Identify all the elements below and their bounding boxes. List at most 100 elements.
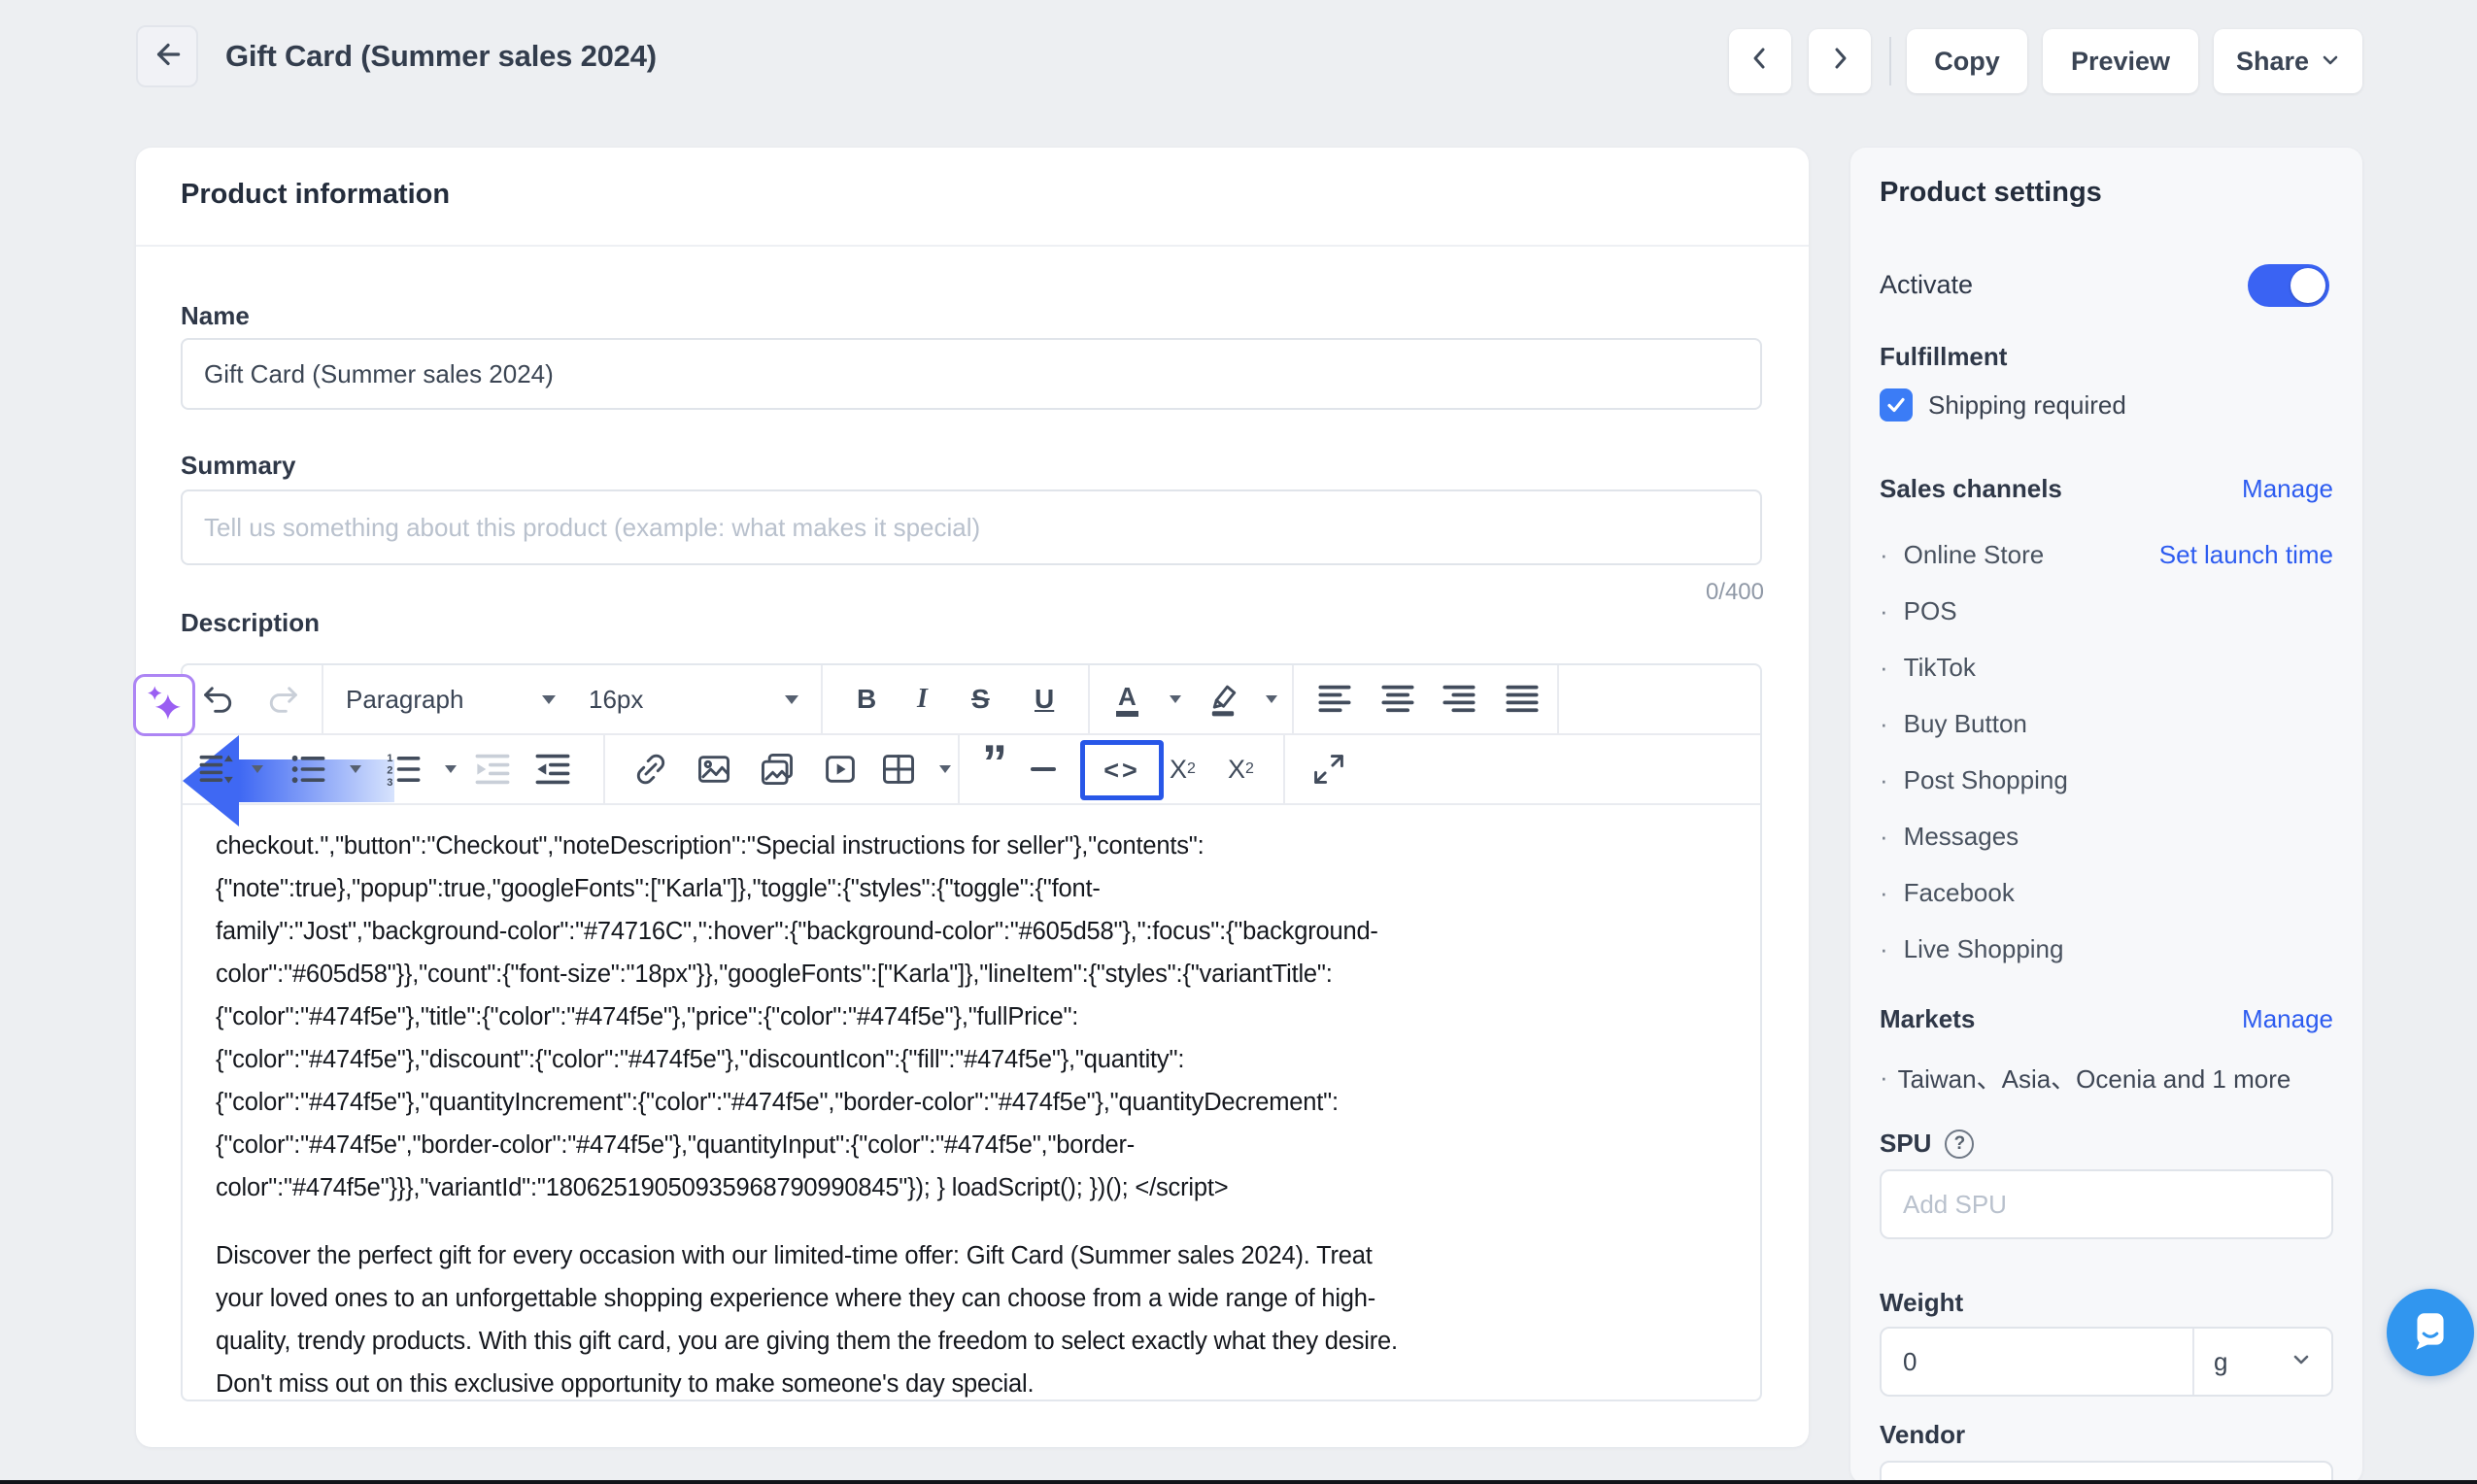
paragraph-line: Don't miss out on this exclusive opportu…: [216, 1363, 1727, 1400]
line-height-icon[interactable]: [198, 735, 235, 803]
sales-channel-facebook: ·Facebook: [1880, 876, 2333, 909]
numbered-list-icon[interactable]: 1 2 3: [385, 735, 422, 803]
paragraph-line: Discover the perfect gift for every occa…: [216, 1234, 1727, 1277]
markets-value: Taiwan、Asia、Ocenia and 1 more: [1898, 1060, 2291, 1096]
underline-icon[interactable]: U: [1035, 665, 1054, 733]
font-color-icon[interactable]: A: [1116, 665, 1138, 733]
chevron-down-icon[interactable]: [350, 735, 361, 803]
align-left-icon[interactable]: [1317, 665, 1352, 733]
card-divider: [136, 245, 1809, 247]
summary-label: Summary: [181, 451, 296, 481]
fullscreen-icon[interactable]: [1310, 735, 1347, 803]
markets-manage-link[interactable]: Manage: [2242, 1004, 2333, 1034]
chevron-down-icon: [2321, 47, 2340, 77]
code-line: checkout.","button":"Checkout","noteDesc…: [216, 825, 1727, 867]
image-icon[interactable]: [696, 735, 732, 803]
chevron-down-icon[interactable]: [939, 735, 951, 803]
italic-icon[interactable]: I: [917, 665, 928, 733]
back-button[interactable]: [136, 25, 198, 87]
chevron-right-icon: [1827, 46, 1852, 78]
sales-channel-messages: ·Messages: [1880, 820, 2333, 853]
strikethrough-icon[interactable]: S: [971, 665, 990, 733]
previous-product-button[interactable]: [1729, 29, 1791, 93]
sales-channel-online-store: · Online Store Set launch time: [1880, 538, 2333, 571]
code-icon: <>: [1103, 756, 1140, 786]
copy-button[interactable]: Copy: [1907, 29, 2027, 93]
sales-channels-label: Sales channels: [1880, 474, 2062, 504]
code-line: {"note":true},"popup":true,"googleFonts"…: [216, 867, 1727, 910]
chat-bubble-icon: [2406, 1306, 2455, 1360]
ai-assistant-button[interactable]: [133, 674, 195, 736]
chevron-down-icon[interactable]: [445, 735, 457, 803]
link-icon[interactable]: [632, 735, 669, 803]
set-launch-time-link[interactable]: Set launch time: [2159, 540, 2333, 570]
chevron-down-icon: [785, 695, 798, 704]
blockquote-icon[interactable]: ”: [982, 729, 1007, 797]
font-size-dropdown[interactable]: 16px: [589, 665, 812, 733]
summary-char-counter: 0/400: [1706, 579, 1764, 606]
code-line: color":"#474f5e"}}},"variantId":"1806251…: [216, 1166, 1727, 1209]
code-line: color":"#605d58"}},"count":{"font-size":…: [216, 953, 1727, 995]
name-label: Name: [181, 301, 250, 331]
description-content[interactable]: checkout.","button":"Checkout","noteDesc…: [183, 805, 1760, 1400]
fulfillment-label: Fulfillment: [1880, 342, 2007, 372]
align-justify-icon[interactable]: [1505, 665, 1540, 733]
weight-value-input[interactable]: [1882, 1329, 2192, 1395]
spu-input[interactable]: [1880, 1169, 2333, 1239]
paragraph-style-dropdown[interactable]: Paragraph: [346, 665, 569, 733]
video-icon[interactable]: [822, 735, 859, 803]
redo-icon[interactable]: [264, 665, 301, 733]
editor-toolbar-row-2: 1 2 3: [183, 735, 1760, 805]
product-settings-card: Product settings Activate Fulfillment Sh…: [1850, 148, 2362, 1484]
undo-icon[interactable]: [200, 665, 237, 733]
product-information-title: Product information: [181, 179, 450, 211]
description-editor: Paragraph 16px B I S U A: [181, 663, 1762, 1401]
name-input[interactable]: [181, 338, 1762, 410]
shipping-required-checkbox[interactable]: [1880, 388, 1913, 422]
paragraph-line: your loved ones to an unforgettable shop…: [216, 1277, 1727, 1320]
page-title: Gift Card (Summer sales 2024): [225, 39, 657, 74]
code-line: family":"Jost","background-color":"#7471…: [216, 910, 1727, 953]
check-icon: [1885, 394, 1907, 416]
spu-label: SPU: [1880, 1129, 1931, 1159]
sales-channels-manage-link[interactable]: Manage: [2242, 474, 2333, 504]
sales-channel-pos: ·POS: [1880, 594, 2333, 627]
chevron-down-icon: [2290, 1349, 2312, 1375]
sales-channel-live-shopping: ·Live Shopping: [1880, 932, 2333, 965]
window-bottom-edge: [0, 1480, 2477, 1484]
svg-text:3: 3: [387, 777, 392, 788]
chevron-down-icon[interactable]: [252, 735, 263, 803]
sparkle-ai-icon: [143, 682, 186, 729]
product-settings-title: Product settings: [1880, 177, 2102, 209]
chevron-down-icon[interactable]: [1170, 665, 1181, 733]
weight-label: Weight: [1880, 1288, 1963, 1318]
gallery-icon[interactable]: [759, 735, 796, 803]
align-right-icon[interactable]: [1442, 665, 1476, 733]
bold-icon[interactable]: B: [857, 665, 876, 733]
next-product-button[interactable]: [1809, 29, 1871, 93]
subscript-icon[interactable]: X2: [1228, 735, 1254, 803]
code-line: {"color":"#474f5e","border-color":"#474f…: [216, 1124, 1727, 1166]
markets-value-row: · Taiwan、Asia、Ocenia and 1 more: [1880, 1061, 2333, 1094]
preview-button[interactable]: Preview: [2043, 29, 2198, 93]
bullet-list-icon[interactable]: [289, 735, 326, 803]
highlight-pen-icon[interactable]: [1205, 665, 1241, 733]
outdent-icon[interactable]: [534, 735, 571, 803]
align-center-icon[interactable]: [1380, 665, 1415, 733]
superscript-icon[interactable]: X2: [1170, 735, 1196, 803]
summary-input[interactable]: [181, 489, 1762, 565]
chat-widget-button[interactable]: [2387, 1289, 2474, 1376]
table-icon[interactable]: [880, 735, 917, 803]
header-divider: [1889, 37, 1891, 85]
indent-icon[interactable]: [474, 735, 511, 803]
share-button[interactable]: Share: [2214, 29, 2362, 93]
question-help-icon[interactable]: ?: [1945, 1130, 1974, 1159]
horizontal-rule-icon[interactable]: [1031, 735, 1056, 803]
chevron-down-icon[interactable]: [1266, 665, 1277, 733]
activate-toggle[interactable]: [2248, 264, 2329, 307]
weight-unit-select[interactable]: g: [2194, 1347, 2331, 1377]
sales-channel-tiktok: ·TikTok: [1880, 651, 2333, 684]
code-line: {"color":"#474f5e"},"discount":{"color":…: [216, 1038, 1727, 1081]
editor-toolbar-row-1: Paragraph 16px B I S U A: [183, 665, 1760, 735]
code-view-button-highlighted[interactable]: <>: [1080, 740, 1164, 800]
